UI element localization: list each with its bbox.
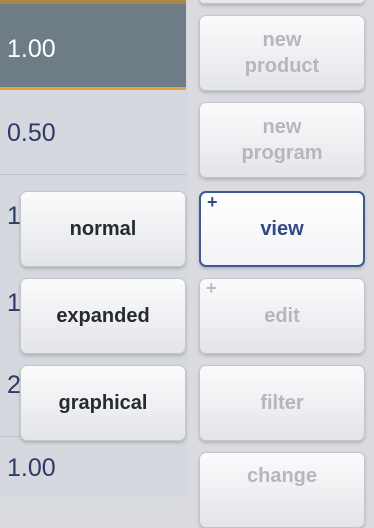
- normal-view-button[interactable]: normal: [20, 191, 186, 267]
- edit-label: edit: [264, 305, 300, 327]
- change-button[interactable]: change: [199, 452, 365, 528]
- filter-button[interactable]: filter: [199, 365, 365, 441]
- new-program-button[interactable]: new program: [199, 102, 365, 178]
- expanded-view-button[interactable]: expanded: [20, 278, 186, 354]
- value-text: 2: [7, 371, 21, 399]
- view-button[interactable]: + view: [199, 191, 365, 267]
- graphical-view-button[interactable]: graphical: [20, 365, 186, 441]
- value-text: 1: [7, 202, 21, 230]
- top-button-edge: [199, 0, 365, 4]
- filter-label: filter: [260, 392, 304, 414]
- value-text: 0.50: [7, 119, 56, 147]
- value-row[interactable]: 1.00: [0, 437, 186, 523]
- active-row-top-border: [0, 0, 186, 4]
- new-program-label-line1: new: [262, 116, 302, 138]
- change-label: change: [246, 465, 318, 487]
- expanded-view-label: expanded: [56, 305, 150, 327]
- plus-icon: +: [206, 278, 217, 298]
- value-row[interactable]: 0.50: [0, 93, 186, 179]
- value-text: 1.00: [7, 35, 56, 63]
- new-program-label-line2: program: [241, 142, 323, 164]
- value-text: 1.00: [7, 454, 56, 482]
- edit-button[interactable]: + edit: [199, 278, 365, 354]
- new-product-label-line1: new: [262, 29, 302, 51]
- plus-icon: +: [207, 192, 218, 212]
- normal-view-label: normal: [69, 218, 137, 240]
- graphical-view-label: graphical: [58, 392, 148, 414]
- view-label: view: [260, 218, 304, 240]
- new-product-label-line2: product: [244, 55, 320, 77]
- value-row-selected[interactable]: 1.00: [0, 4, 186, 90]
- new-product-button[interactable]: new product: [199, 15, 365, 91]
- value-text: 1: [7, 289, 21, 317]
